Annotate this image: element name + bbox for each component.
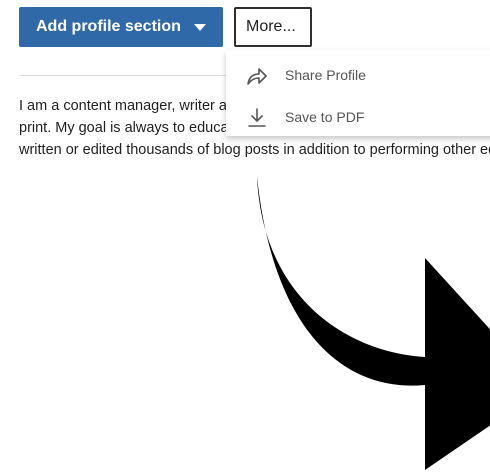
menu-item-save-to-pdf[interactable]: Save to PDF: [226, 96, 490, 136]
menu-item-share-profile[interactable]: Share Profile: [226, 54, 490, 94]
caret-down-icon: [194, 24, 206, 31]
download-icon: [248, 108, 266, 127]
more-button-label: More...: [246, 18, 296, 35]
linkedin-profile-crop: Add profile section More... I am a conte…: [0, 0, 490, 158]
divider: [19, 75, 228, 76]
menu-item-label: Share Profile: [285, 67, 366, 83]
add-profile-section-button[interactable]: Add profile section: [19, 7, 223, 47]
curved-arrow-graphic: [257, 176, 490, 470]
more-button[interactable]: More...: [234, 7, 312, 47]
share-icon: [247, 68, 267, 85]
summary-line: written or edited thousands of blog post…: [19, 142, 490, 158]
more-dropdown-menu: Share Profile Save to PDF: [226, 50, 490, 136]
menu-item-label: Save to PDF: [285, 109, 365, 125]
add-profile-section-label: Add profile section: [36, 18, 181, 35]
